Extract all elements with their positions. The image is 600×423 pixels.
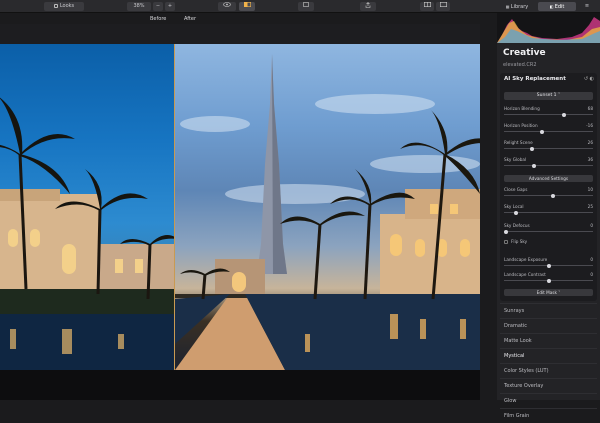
layout-grid-button[interactable] (420, 2, 434, 11)
toggle-icon[interactable]: ◐ (590, 76, 594, 82)
histogram-graph (497, 17, 600, 43)
horizon-blending-knob[interactable] (561, 112, 566, 117)
landscape-exposure-slider[interactable] (504, 263, 593, 268)
sky-replacement-section: AI Sky Replacement ↺ ◐ Sunset 1 ˅ Advanc… (500, 73, 597, 301)
compare-button[interactable] (239, 2, 255, 11)
single-view-icon (439, 2, 447, 8)
sky-global-label: Sky Global (504, 157, 527, 162)
relight-scene-value: 26 (587, 140, 593, 145)
image-canvas[interactable] (0, 44, 480, 370)
sky-defocus-knob[interactable] (504, 229, 508, 234)
section-actions: ↺ ◐ (584, 76, 594, 82)
canvas-header (0, 24, 480, 44)
tool-dramatic[interactable]: Dramatic (500, 318, 597, 332)
sky-global-knob[interactable] (532, 163, 537, 168)
share-button[interactable] (360, 2, 376, 11)
crop-icon (303, 2, 309, 7)
reset-icon[interactable]: ↺ (584, 76, 588, 82)
preview-eye-button[interactable] (218, 2, 236, 11)
tool-texture-overlay[interactable]: Texture Overlay (500, 378, 597, 392)
section-title[interactable]: AI Sky Replacement (504, 76, 566, 82)
landscape-exposure-label: Landscape Exposure (504, 257, 548, 262)
horizon-blending-value: 68 (587, 106, 593, 111)
landscape-contrast-knob[interactable] (546, 278, 551, 283)
horizon-position-value: -16 (586, 123, 593, 128)
landscape-contrast-value: 0 (590, 272, 593, 277)
tool-film-grain[interactable]: Film Grain (500, 408, 597, 422)
top-toolbar: Looks 38% − + ▦ Library ◧ Edit ≡ (0, 0, 600, 13)
horizon-position-knob[interactable] (539, 129, 544, 134)
horizon-position-slider[interactable] (504, 129, 593, 134)
after-image (175, 44, 480, 370)
sky-local-knob[interactable] (514, 210, 519, 215)
sky-global-value: 36 (587, 157, 593, 162)
sky-defocus-label: Sky Defocus (504, 223, 530, 228)
relight-scene-slider[interactable] (504, 146, 593, 151)
sky-global-slider[interactable] (504, 163, 593, 168)
compare-icon (243, 2, 251, 8)
edit-panel: Creative elevated.CR2 AI Sky Replacement… (497, 13, 600, 419)
close-gaps-slider[interactable] (504, 193, 593, 198)
looks-button[interactable]: Looks (44, 2, 84, 11)
close-gaps-label: Close Gaps (504, 187, 528, 192)
tool-matte-look[interactable]: Matte Look (500, 333, 597, 347)
canvas-footer (0, 370, 480, 400)
histogram (497, 13, 600, 43)
tool-mystical[interactable]: Mystical (500, 348, 597, 362)
landscape-exposure-value: 0 (590, 257, 593, 262)
close-gaps-value: 10 (587, 187, 593, 192)
after-label: After (184, 16, 197, 22)
landscape-contrast-slider[interactable] (504, 278, 593, 283)
relight-scene-knob[interactable] (529, 146, 534, 151)
edit-mask-button[interactable]: Edit Mask ˅ (504, 289, 593, 296)
landscape-contrast-label: Landscape Contrast (504, 272, 546, 277)
advanced-settings-button[interactable]: Advanced Settings (504, 175, 593, 182)
tab-library[interactable]: ▦ Library (500, 2, 534, 11)
horizon-blending-slider[interactable] (504, 112, 593, 117)
panel-title: Creative (503, 48, 546, 58)
before-scene (0, 97, 178, 370)
landscape-exposure-knob[interactable] (546, 263, 551, 268)
relight-scene-label: Relight Scene (504, 140, 533, 145)
zoom-dropdown[interactable]: 38% (127, 2, 151, 11)
crop-button[interactable] (298, 2, 314, 11)
before-label: Before (150, 16, 167, 22)
sky-defocus-slider[interactable] (504, 229, 593, 234)
eye-icon (223, 2, 231, 7)
looks-icon (53, 3, 58, 8)
horizon-blending-label: Horizon Blending (504, 106, 540, 111)
horizon-position-label: Horizon Position (504, 123, 538, 128)
tool-color-styles-lut[interactable]: Color Styles (LUT) (500, 363, 597, 377)
sky-local-value: 25 (587, 204, 593, 209)
grid-icon (423, 2, 431, 8)
share-icon (365, 2, 371, 8)
after-scene (175, 54, 480, 370)
before-image (0, 44, 178, 370)
tool-sunrays[interactable]: Sunrays (500, 303, 597, 317)
sky-local-slider[interactable] (504, 210, 593, 215)
flip-sky-checkbox[interactable]: Flip Sky (504, 239, 527, 244)
sky-defocus-value: 0 (590, 223, 593, 228)
zoom-in-button[interactable]: + (165, 2, 175, 11)
tool-glow[interactable]: Glow (500, 393, 597, 407)
sliders-icon: ≡ (584, 3, 590, 9)
file-name: elevated.CR2 (503, 62, 537, 68)
sky-dropdown[interactable]: Sunset 1 ˅ (504, 92, 593, 100)
settings-button[interactable]: ≡ (580, 2, 594, 11)
compare-divider-handle[interactable] (174, 44, 175, 370)
tab-edit[interactable]: ◧ Edit (538, 2, 576, 11)
close-gaps-knob[interactable] (550, 193, 555, 198)
zoom-out-button[interactable]: − (153, 2, 163, 11)
layout-single-button[interactable] (436, 2, 450, 11)
sky-local-label: Sky Local (504, 204, 524, 209)
